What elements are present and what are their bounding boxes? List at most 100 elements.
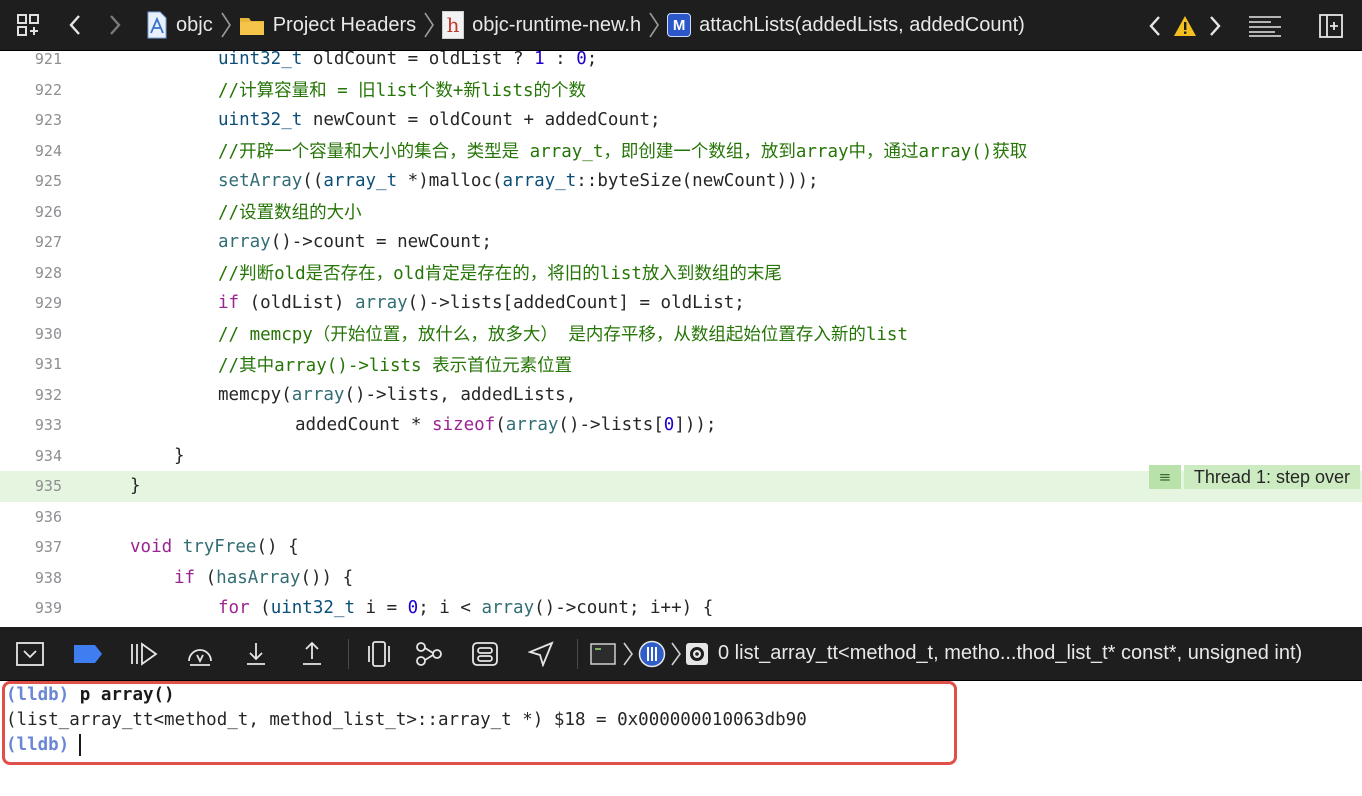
- code-line[interactable]: 937 void tryFree() {: [0, 532, 1362, 563]
- line-number[interactable]: 921: [0, 51, 62, 68]
- line-number[interactable]: 938: [0, 569, 62, 587]
- code-token: array: [481, 598, 535, 619]
- breakpoints-toggle-button[interactable]: [60, 627, 116, 681]
- hide-debug-area-button[interactable]: [0, 627, 60, 681]
- step-out-button[interactable]: [284, 627, 340, 681]
- simulate-location-button[interactable]: [513, 627, 569, 681]
- code-line[interactable]: 929 if (oldList) array()->lists[addedCoun…: [0, 288, 1362, 319]
- back-button[interactable]: [56, 0, 94, 51]
- code-line[interactable]: 927 array()->count = newCount;: [0, 227, 1362, 258]
- code-token: array_t: [502, 171, 577, 192]
- code-token: ()->count; i++) {: [534, 598, 714, 619]
- line-number[interactable]: 922: [0, 81, 62, 99]
- stack-frame-selector[interactable]: [684, 627, 710, 681]
- lines-icon: [1249, 15, 1281, 37]
- crumb-project[interactable]: objc: [146, 11, 213, 39]
- line-number[interactable]: 932: [0, 386, 62, 404]
- code-line[interactable]: 932 memcpy(array()->lists, addedLists,: [0, 380, 1362, 411]
- add-editor-button[interactable]: [1300, 0, 1362, 51]
- step-over-button[interactable]: [172, 627, 228, 681]
- line-number[interactable]: 937: [0, 538, 62, 556]
- code-line[interactable]: 921 uint32_t oldCount = oldList ? 1 : 0;: [0, 51, 1362, 75]
- line-number[interactable]: 929: [0, 294, 62, 312]
- issue-warning-button[interactable]: [1170, 0, 1200, 51]
- line-number[interactable]: 926: [0, 203, 62, 221]
- hamburger-icon[interactable]: ≡: [1148, 465, 1181, 489]
- crumb-group[interactable]: Project Headers: [239, 14, 416, 37]
- code-token: uint32_t: [218, 110, 303, 131]
- code-token: for: [218, 598, 250, 619]
- code-line[interactable]: 923 uint32_t newCount = oldCount + addedC…: [0, 105, 1362, 136]
- code-text: array()->count = newCount;: [218, 232, 492, 252]
- debug-bar: 0 list_array_tt<method_t, metho...thod_l…: [0, 627, 1362, 681]
- code-token: ((: [302, 171, 324, 192]
- line-number[interactable]: 925: [0, 172, 62, 190]
- location-arrow-icon: [528, 640, 554, 667]
- continue-button[interactable]: [116, 627, 172, 681]
- code-text: // memcpy（开始位置，放什么，放多大） 是内存平移，从数组起始位置存入新…: [218, 321, 908, 346]
- header-file-icon: h: [442, 11, 465, 39]
- code-line[interactable]: 924 //开辟一个容量和大小的集合，类型是 array_t，即创建一个数组，放到…: [0, 136, 1362, 167]
- debug-console[interactable]: (lldb) p array() (list_array_tt<method_t…: [0, 681, 1362, 796]
- code-line[interactable]: 930 // memcpy（开始位置，放什么，放多大） 是内存平移，从数组起始位置…: [0, 319, 1362, 350]
- code-text: if (hasArray()) {: [174, 568, 353, 588]
- code-line[interactable]: 936: [0, 502, 1362, 533]
- next-issue-button[interactable]: [1200, 0, 1230, 51]
- code-token: (oldList): [239, 293, 355, 314]
- terminal-icon: [590, 642, 616, 665]
- source-editor[interactable]: 921 uint32_t oldCount = oldList ? 1 : 0; 9…: [0, 51, 1362, 627]
- view-hierarchy-icon: [368, 640, 390, 667]
- code-text: //判断old是否存在，old肯定是存在的，将旧的list放入到数组的末尾: [218, 260, 782, 285]
- line-number[interactable]: 933: [0, 416, 62, 434]
- crumb-file[interactable]: h objc-runtime-new.h: [442, 11, 641, 39]
- code-line[interactable]: 938 if (hasArray()) {: [0, 563, 1362, 594]
- code-token: (: [249, 598, 271, 619]
- related-items-button[interactable]: [0, 0, 56, 51]
- code-line[interactable]: 931 //其中array()->lists 表示首位元素位置: [0, 349, 1362, 380]
- code-line[interactable]: 933 addedCount * sizeof(array()->lists[0]…: [0, 410, 1362, 441]
- code-token: ()->lists[addedCount] = oldList;: [407, 293, 745, 314]
- memory-graph-button[interactable]: [401, 627, 457, 681]
- line-number[interactable]: 931: [0, 355, 62, 373]
- view-hierarchy-button[interactable]: [357, 627, 401, 681]
- code-line[interactable]: 926 //设置数组的大小: [0, 197, 1362, 228]
- code-line[interactable]: 939 for (uint32_t i = 0; i < array()->cou…: [0, 593, 1362, 624]
- line-number[interactable]: 930: [0, 325, 62, 343]
- toolbar-separator: [577, 638, 578, 669]
- forward-button[interactable]: [94, 0, 136, 51]
- crumb-method[interactable]: M attachLists(addedLists, addedCount): [667, 13, 1025, 37]
- editor-options-button[interactable]: [1230, 0, 1300, 51]
- environment-overrides-button[interactable]: [457, 627, 513, 681]
- line-number[interactable]: 923: [0, 111, 62, 129]
- code-token: 1: [534, 51, 545, 70]
- process-selector[interactable]: [586, 627, 620, 681]
- code-line[interactable]: 922 //计算容量和 = 旧list个数+新lists的个数: [0, 75, 1362, 106]
- thread-selector[interactable]: [636, 627, 668, 681]
- code-token: ]));: [674, 415, 717, 436]
- thread-indicator[interactable]: ≡ Thread 1: step over: [1148, 465, 1360, 489]
- line-number[interactable]: 934: [0, 447, 62, 465]
- thread-icon: [638, 640, 666, 667]
- code-text: //其中array()->lists 表示首位元素位置: [218, 352, 572, 377]
- code-token: (: [195, 567, 217, 588]
- stack-frame-label[interactable]: 0 list_array_tt<method_t, metho...thod_l…: [718, 642, 1302, 665]
- code-line[interactable]: 925 setArray((array_t *)malloc(array_t::b…: [0, 166, 1362, 197]
- code-token: array: [291, 384, 345, 405]
- code-line[interactable]: 928 //判断old是否存在，old肯定是存在的，将旧的list放入到数组的末尾: [0, 258, 1362, 289]
- line-number[interactable]: 927: [0, 233, 62, 251]
- console-line-input[interactable]: (lldb): [6, 732, 81, 758]
- console-command: p array(): [79, 685, 175, 705]
- grid-icon: [17, 14, 39, 36]
- code-token: 0: [576, 51, 587, 70]
- code-token: sizeof: [431, 415, 496, 436]
- step-into-button[interactable]: [228, 627, 284, 681]
- line-number[interactable]: 928: [0, 264, 62, 282]
- line-number[interactable]: 935: [0, 477, 62, 495]
- previous-issue-button[interactable]: [1140, 0, 1170, 51]
- line-number[interactable]: 939: [0, 599, 62, 617]
- path-separator-icon: [424, 12, 435, 38]
- path-separator-icon: [671, 642, 681, 665]
- line-number[interactable]: 924: [0, 142, 62, 160]
- line-number[interactable]: 936: [0, 508, 62, 526]
